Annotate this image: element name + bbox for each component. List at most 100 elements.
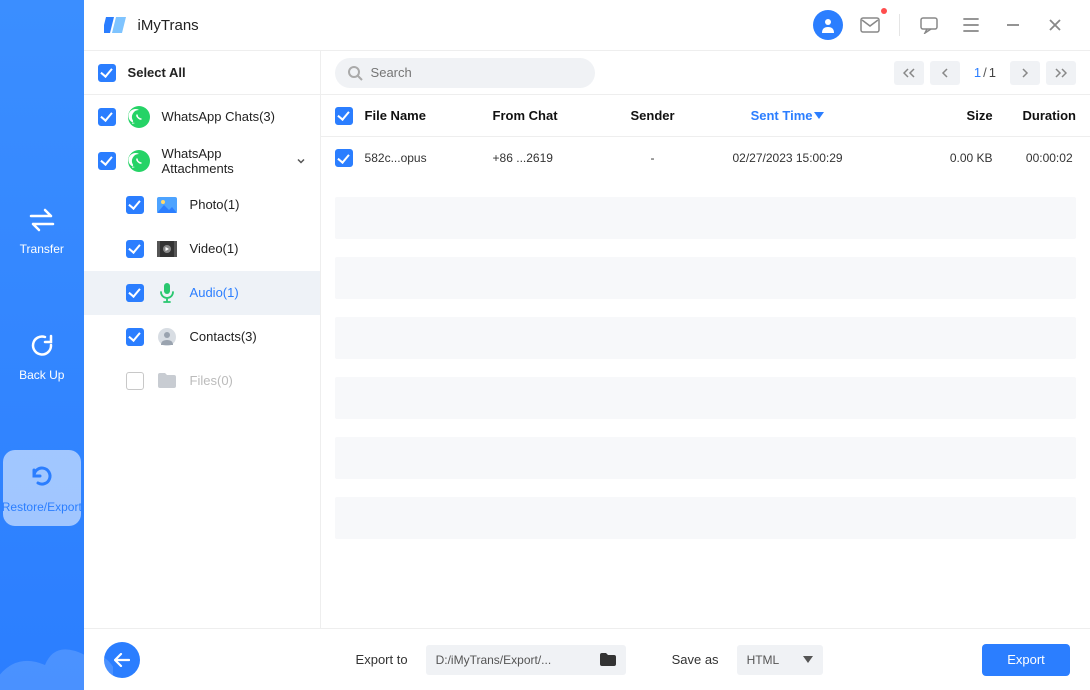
tree-contacts-label: Contacts(3) [190, 329, 306, 344]
col-duration[interactable]: Duration [993, 108, 1076, 123]
whatsapp-icon [128, 150, 150, 172]
tree-audio[interactable]: Audio(1) [84, 271, 320, 315]
tree-whatsapp-attachments[interactable]: WhatsApp Attachments [84, 139, 320, 183]
tree-files-label: Files(0) [190, 373, 306, 388]
video-icon [156, 238, 178, 260]
save-as-label: Save as [672, 652, 719, 667]
checkbox[interactable] [98, 152, 116, 170]
account-icon[interactable] [813, 10, 843, 40]
transfer-icon [27, 208, 57, 232]
chat-icon[interactable] [914, 10, 944, 40]
tree-chats-label: WhatsApp Chats(3) [162, 109, 306, 124]
rail-transfer-label: Transfer [20, 242, 64, 256]
rail-backup-label: Back Up [19, 368, 64, 382]
tree-whatsapp-chats[interactable]: WhatsApp Chats(3) [84, 95, 320, 139]
menu-icon[interactable] [956, 10, 986, 40]
checkbox[interactable] [335, 149, 353, 167]
tree-photo-label: Photo(1) [190, 197, 306, 212]
table-header: File Name From Chat Sender Sent Time Siz… [321, 95, 1090, 137]
cell-duration: 00:00:02 [993, 151, 1076, 165]
checkbox-all[interactable] [335, 107, 353, 125]
microphone-icon [156, 282, 178, 304]
left-rail: Transfer Back Up Restore/Export [0, 0, 84, 690]
rail-cloud-icon [0, 630, 113, 690]
contacts-icon [156, 326, 178, 348]
empty-row [335, 497, 1076, 539]
tree-video[interactable]: Video(1) [84, 227, 320, 271]
empty-row [335, 377, 1076, 419]
chevron-down-icon[interactable] [296, 156, 306, 166]
col-size[interactable]: Size [873, 108, 993, 123]
checkbox[interactable] [126, 284, 144, 302]
col-sender[interactable]: Sender [603, 108, 703, 123]
folder-icon [156, 370, 178, 392]
tree-attachments-label: WhatsApp Attachments [162, 146, 284, 176]
folder-icon[interactable] [600, 653, 616, 666]
mail-icon[interactable] [855, 10, 885, 40]
photo-icon [156, 194, 178, 216]
checkbox[interactable] [98, 108, 116, 126]
search-field[interactable] [371, 65, 583, 80]
page-prev-button[interactable] [930, 61, 960, 85]
tree-video-label: Video(1) [190, 241, 306, 256]
checkbox[interactable] [126, 196, 144, 214]
empty-row [335, 437, 1076, 479]
category-sidebar: Select All WhatsApp Chats(3) WhatsApp At… [84, 51, 321, 628]
cell-fromchat: +86 ...2619 [493, 151, 603, 165]
whatsapp-icon [128, 106, 150, 128]
rail-backup[interactable]: Back Up [0, 324, 84, 390]
page-last-button[interactable] [1046, 61, 1076, 85]
table-row[interactable]: 582c...opus +86 ...2619 - 02/27/2023 15:… [321, 137, 1090, 179]
checkbox[interactable] [126, 372, 144, 390]
export-button-label: Export [1007, 652, 1045, 667]
tree-select-all[interactable]: Select All [84, 51, 320, 95]
page-indicator: 1/1 [974, 65, 996, 80]
cell-sender: - [603, 151, 703, 165]
rail-restore[interactable]: Restore/Export [3, 450, 81, 526]
checkbox[interactable] [98, 64, 116, 82]
export-path-input[interactable]: D:/iMyTrans/Export/... [426, 645, 626, 675]
col-fromchat[interactable]: From Chat [493, 108, 603, 123]
col-filename[interactable]: File Name [365, 108, 493, 123]
tree-photo[interactable]: Photo(1) [84, 183, 320, 227]
export-button[interactable]: Export [982, 644, 1070, 676]
empty-row [335, 257, 1076, 299]
footer: Export to D:/iMyTrans/Export/... Save as… [84, 628, 1090, 690]
pager: 1/1 [894, 61, 1076, 85]
app-title: iMyTrans [138, 17, 199, 34]
format-select[interactable]: HTML [737, 645, 823, 675]
sort-desc-icon [814, 112, 824, 120]
cell-senttime: 02/27/2023 15:00:29 [703, 151, 873, 165]
page-first-button[interactable] [894, 61, 924, 85]
export-to-label: Export to [356, 652, 408, 667]
content-toolbar: 1/1 [321, 51, 1090, 95]
select-all-label: Select All [128, 65, 306, 80]
tree-files[interactable]: Files(0) [84, 359, 320, 403]
tree-contacts[interactable]: Contacts(3) [84, 315, 320, 359]
rail-restore-label: Restore/Export [2, 500, 82, 514]
backup-icon [29, 332, 55, 358]
content-area: 1/1 File Name From Chat Sender Sent Time [321, 51, 1090, 628]
cell-filename: 582c...opus [365, 151, 493, 165]
empty-row [335, 317, 1076, 359]
cell-size: 0.00 KB [873, 151, 993, 165]
chevron-down-icon [803, 656, 813, 664]
checkbox[interactable] [126, 328, 144, 346]
format-value: HTML [747, 653, 780, 667]
checkbox[interactable] [126, 240, 144, 258]
export-path-text: D:/iMyTrans/Export/... [436, 653, 592, 667]
rail-transfer[interactable]: Transfer [0, 200, 84, 264]
logo-icon [104, 13, 128, 37]
search-input[interactable] [335, 58, 595, 88]
search-icon [347, 65, 363, 81]
app-logo: iMyTrans [104, 13, 199, 37]
file-table: File Name From Chat Sender Sent Time Siz… [321, 95, 1090, 539]
col-senttime[interactable]: Sent Time [703, 108, 873, 123]
minimize-icon[interactable] [998, 10, 1028, 40]
app-header: iMyTrans [84, 0, 1090, 50]
tree-audio-label: Audio(1) [190, 285, 306, 300]
restore-icon [28, 462, 56, 490]
page-next-button[interactable] [1010, 61, 1040, 85]
empty-row [335, 197, 1076, 239]
close-icon[interactable] [1040, 10, 1070, 40]
